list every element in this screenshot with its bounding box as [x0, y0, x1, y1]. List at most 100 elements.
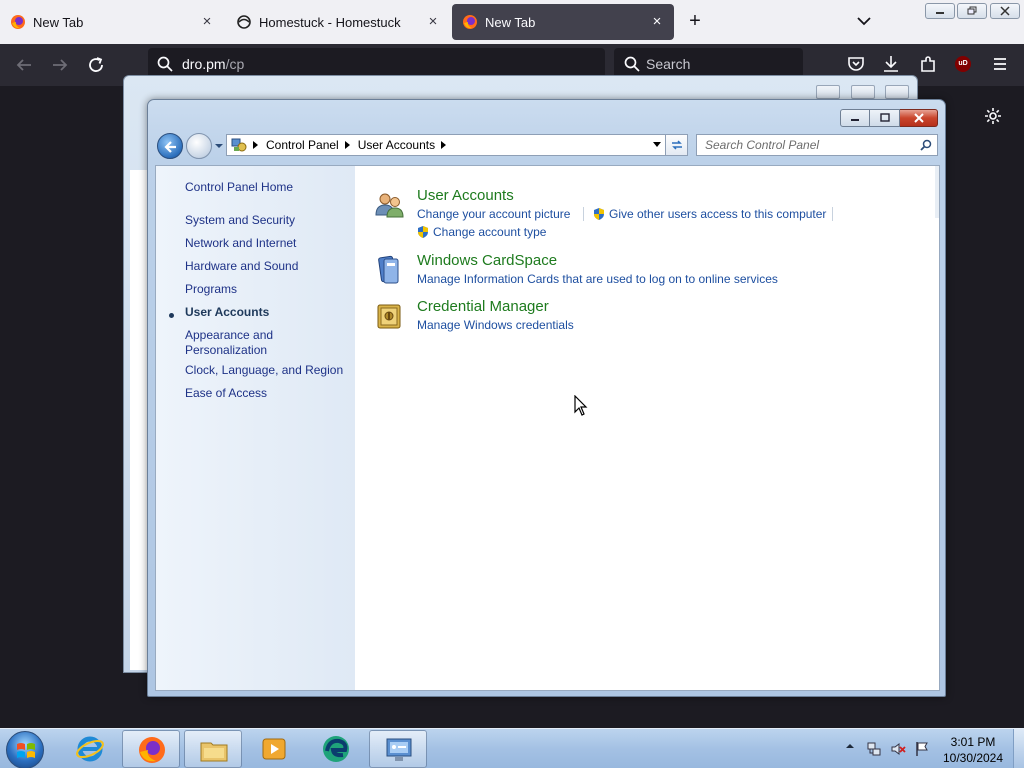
taskbar-internet-explorer[interactable]: [61, 730, 119, 768]
uac-shield-icon: [594, 208, 604, 220]
search-placeholder: Search: [646, 56, 691, 72]
volume-muted-icon[interactable]: [890, 741, 906, 757]
restore-icon: [967, 6, 977, 15]
category-title[interactable]: Credential Manager: [417, 298, 549, 315]
back-arrow-icon[interactable]: [12, 53, 36, 77]
refresh-button[interactable]: [666, 134, 688, 156]
taskbar-control-panel[interactable]: [369, 730, 427, 768]
menu-icon[interactable]: [990, 54, 1010, 74]
show-desktop-button[interactable]: [1013, 729, 1024, 768]
sidebar-item-user-accounts[interactable]: User Accounts: [185, 305, 269, 320]
refresh-icon: [671, 140, 682, 150]
bg-minimize-button[interactable]: [816, 85, 840, 99]
sidebar-item-programs[interactable]: Programs: [185, 282, 237, 297]
chevron-down-icon[interactable]: [653, 142, 661, 148]
user-accounts-icon: [375, 193, 404, 218]
tab-homestuck[interactable]: Homestuck - Homestuck ×: [226, 4, 450, 40]
left-navigation-pane: Control Panel Home System and Security N…: [156, 166, 355, 690]
network-icon[interactable]: [866, 741, 882, 757]
internet-explorer-icon: [76, 736, 104, 762]
scrollbar[interactable]: [935, 166, 939, 218]
tab-title: New Tab: [485, 14, 536, 30]
chevron-down-icon[interactable]: [853, 10, 875, 32]
taskbar-media-player[interactable]: [245, 730, 303, 768]
give-other-users-access-link[interactable]: Give other users access to this computer: [609, 207, 826, 221]
sidebar-item-appearance[interactable]: Appearance and Personalization: [185, 328, 295, 358]
pocket-icon[interactable]: [846, 54, 866, 74]
control-panel-search-input[interactable]: Search Control Panel: [696, 134, 938, 156]
taskbar-edge[interactable]: [307, 730, 365, 768]
firefox-icon: [463, 15, 477, 29]
homestuck-icon: [237, 15, 251, 29]
chevron-right-icon[interactable]: [441, 141, 447, 149]
system-clock[interactable]: 3:01 PM 10/30/2024: [936, 734, 1010, 766]
close-icon: [1000, 6, 1010, 16]
minimize-button[interactable]: [840, 109, 870, 127]
browser-minimize-button[interactable]: [925, 3, 955, 19]
new-tab-button[interactable]: +: [684, 10, 706, 32]
control-panel-icon: [386, 738, 412, 761]
current-item-bullet: [169, 313, 174, 318]
manage-windows-credentials-link[interactable]: Manage Windows credentials: [417, 318, 574, 332]
sidebar-item-clock-language[interactable]: Clock, Language, and Region: [185, 363, 343, 378]
file-explorer-icon: [200, 742, 228, 762]
bg-maximize-button[interactable]: [851, 85, 875, 99]
browser-restore-button[interactable]: [957, 3, 987, 19]
minimize-icon: [851, 119, 859, 121]
control-panel-home-link[interactable]: Control Panel Home: [185, 180, 293, 195]
close-tab-icon[interactable]: ×: [648, 13, 666, 31]
breadcrumb-user-accounts[interactable]: User Accounts: [358, 138, 435, 152]
search-icon[interactable]: [920, 139, 932, 151]
taskbar-file-explorer[interactable]: [184, 730, 242, 768]
gear-icon[interactable]: [983, 106, 1003, 126]
manage-information-cards-link[interactable]: Manage Information Cards that are used t…: [417, 272, 778, 286]
change-account-picture-link[interactable]: Change your account picture: [417, 207, 570, 221]
control-panel-icon: [231, 138, 247, 152]
firefox-icon: [139, 737, 165, 763]
maximize-button[interactable]: [870, 109, 900, 127]
tab-title: New Tab: [33, 14, 84, 30]
category-title[interactable]: User Accounts: [417, 187, 514, 204]
uac-shield-icon: [418, 226, 428, 238]
back-button[interactable]: [157, 133, 183, 159]
ublock-icon[interactable]: uD: [955, 56, 971, 72]
forward-button[interactable]: [186, 133, 212, 159]
recent-pages-icon[interactable]: [214, 142, 224, 150]
sidebar-item-network-internet[interactable]: Network and Internet: [185, 236, 296, 251]
download-icon[interactable]: [881, 54, 901, 74]
windows-logo-icon: [17, 743, 35, 758]
sidebar-item-hardware-sound[interactable]: Hardware and Sound: [185, 259, 298, 274]
chevron-right-icon[interactable]: [344, 141, 350, 149]
close-tab-icon[interactable]: ×: [424, 13, 442, 31]
address-bar[interactable]: Control Panel User Accounts: [226, 134, 666, 156]
bg-close-button[interactable]: [885, 85, 909, 99]
category-title[interactable]: Windows CardSpace: [417, 252, 557, 269]
taskbar-firefox[interactable]: [122, 730, 180, 768]
media-player-icon: [262, 738, 286, 760]
firefox-icon: [11, 15, 25, 29]
sidebar-item-system-security[interactable]: System and Security: [185, 213, 295, 228]
extensions-icon[interactable]: [918, 54, 938, 74]
link-separator: [583, 207, 584, 221]
chevron-right-icon: [253, 141, 258, 149]
url-path: /cp: [225, 56, 245, 72]
search-placeholder: Search Control Panel: [705, 138, 820, 152]
start-button[interactable]: [6, 731, 44, 768]
close-button[interactable]: [900, 109, 938, 127]
show-hidden-icons-icon[interactable]: [846, 743, 854, 749]
taskbar: 3:01 PM 10/30/2024: [0, 728, 1024, 768]
close-tab-icon[interactable]: ×: [198, 13, 216, 31]
forward-arrow-icon[interactable]: [48, 53, 72, 77]
maximize-icon: [879, 113, 890, 122]
cardspace-icon: [378, 255, 399, 284]
browser-close-button[interactable]: [990, 3, 1020, 19]
sidebar-item-ease-of-access[interactable]: Ease of Access: [185, 386, 267, 401]
action-center-flag-icon[interactable]: [914, 741, 930, 757]
mouse-cursor-icon: [574, 395, 588, 416]
reload-icon[interactable]: [84, 53, 108, 77]
breadcrumb-control-panel[interactable]: Control Panel: [266, 138, 339, 152]
change-account-type-link[interactable]: Change account type: [433, 225, 546, 239]
tab-new-tab-active[interactable]: New Tab ×: [452, 4, 674, 40]
url-host: dro.pm: [182, 56, 226, 72]
tab-new-tab-1[interactable]: New Tab ×: [0, 4, 224, 40]
